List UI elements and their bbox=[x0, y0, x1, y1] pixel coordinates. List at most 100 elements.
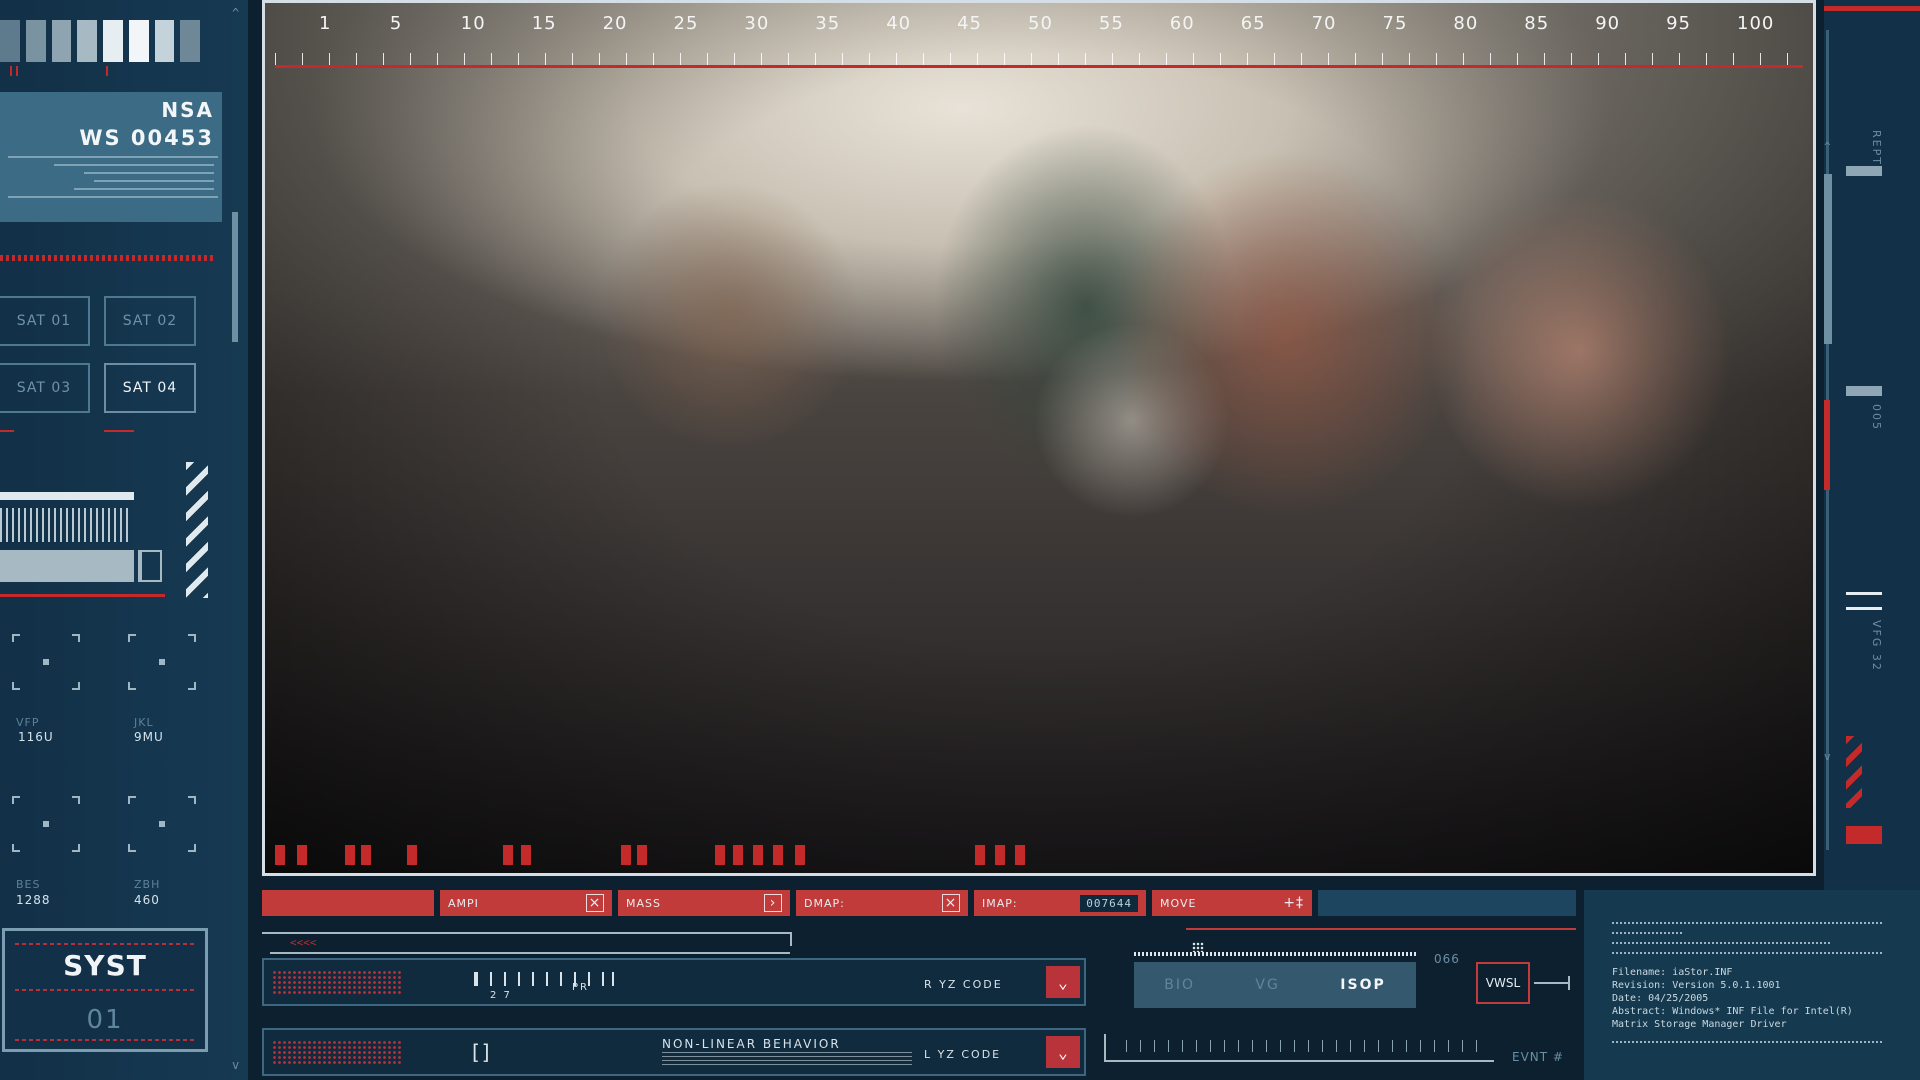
ruler-number: 20 bbox=[602, 13, 628, 34]
dmap-button[interactable]: DMAP: × bbox=[796, 890, 968, 916]
bio-panel: BIO VG ISOP bbox=[1134, 962, 1416, 1008]
signal-marker bbox=[297, 845, 307, 865]
sat-03-button[interactable]: SAT 03 bbox=[0, 363, 90, 413]
scroll-up-icon[interactable]: ^ bbox=[1824, 140, 1831, 153]
l-yz-code-row[interactable]: [] NON-LINEAR BEHAVIOR L YZ CODE ⌄ bbox=[262, 1028, 1086, 1076]
scroll-down-icon[interactable]: v bbox=[232, 1058, 239, 1072]
move-icon: +‡ bbox=[1283, 895, 1304, 911]
measurement-ruler: 1 5 10 15 20 25 30 35 40 45 50 55 60 65 70 75 80 85 90 95 10… bbox=[265, 3, 1813, 71]
mass-button[interactable]: MASS › bbox=[618, 890, 790, 916]
readout-label: JKL bbox=[134, 716, 154, 729]
sat-04-button[interactable]: SAT 04 bbox=[104, 363, 196, 413]
chevron-down-icon[interactable]: ⌄ bbox=[1046, 966, 1080, 998]
sat-02-button[interactable]: SAT 02 bbox=[104, 296, 196, 346]
signal-marker bbox=[753, 845, 763, 865]
move-button[interactable]: MOVE +‡ bbox=[1152, 890, 1312, 916]
imap-field[interactable]: IMAP: 007644 bbox=[974, 890, 1146, 916]
ruler-number: 85 bbox=[1524, 13, 1550, 34]
ruler-number: 70 bbox=[1311, 13, 1337, 34]
red-mark bbox=[1824, 400, 1830, 490]
signal-marker bbox=[621, 845, 631, 865]
close-icon[interactable]: × bbox=[942, 894, 960, 912]
scrollbar-thumb[interactable] bbox=[1824, 174, 1832, 344]
ruler-number: 80 bbox=[1453, 13, 1479, 34]
signal-marker bbox=[407, 845, 417, 865]
signal-marker bbox=[795, 845, 805, 865]
close-icon[interactable]: × bbox=[586, 894, 604, 912]
r-yz-code-row[interactable]: 2 7 PR R YZ CODE ⌄ bbox=[262, 958, 1086, 1006]
scrollbar-thumb[interactable] bbox=[232, 212, 238, 342]
rept-label: REPT bbox=[1870, 130, 1883, 166]
vwsl-button[interactable]: VWSL bbox=[1476, 962, 1530, 1004]
signal-marker bbox=[715, 845, 725, 865]
mass-label: MASS bbox=[626, 896, 661, 910]
scale-ruler bbox=[474, 972, 614, 986]
count-value: 066 bbox=[1434, 952, 1460, 966]
readout-value: 1288 bbox=[16, 893, 51, 907]
red-mark bbox=[106, 66, 112, 76]
dotted-line bbox=[1134, 952, 1416, 956]
vwsl-label: VWSL bbox=[1485, 976, 1521, 990]
arrows-indicator: <<<< bbox=[290, 936, 317, 949]
vg-button[interactable]: VG bbox=[1255, 977, 1279, 993]
log-filename: Filename: iaStor.INF bbox=[1612, 967, 1733, 978]
level-meter bbox=[0, 508, 132, 542]
ruler-number: 95 bbox=[1666, 13, 1691, 34]
readout-label: BES bbox=[16, 878, 41, 891]
dot-matrix bbox=[272, 1040, 402, 1064]
red-mark bbox=[104, 430, 134, 432]
level-bracket bbox=[138, 550, 162, 582]
ruler-number: 35 bbox=[815, 13, 841, 34]
signal-marker bbox=[975, 845, 985, 865]
signal-marker bbox=[345, 845, 355, 865]
signal-marker bbox=[637, 845, 647, 865]
ruler-number: 25 bbox=[673, 13, 699, 34]
readout-value: 116U bbox=[18, 730, 54, 744]
system-panel[interactable]: SYST 01 bbox=[2, 928, 208, 1052]
scroll-up-icon[interactable]: ^ bbox=[232, 6, 239, 20]
scroll-down-icon[interactable]: v bbox=[1824, 750, 1831, 763]
bio-button[interactable]: BIO bbox=[1164, 977, 1195, 993]
signal-marker bbox=[733, 845, 743, 865]
chevron-down-icon[interactable]: ⌄ bbox=[1046, 1036, 1080, 1068]
l-yz-code-label: L YZ CODE bbox=[924, 1048, 1002, 1061]
ruler-number: 90 bbox=[1595, 13, 1621, 34]
connector-line bbox=[262, 932, 792, 946]
chevron-right-icon[interactable]: › bbox=[764, 894, 782, 912]
ampi-button[interactable]: AMPI × bbox=[440, 890, 612, 916]
system-title: SYST bbox=[63, 949, 147, 982]
isop-button[interactable]: ISOP bbox=[1340, 977, 1385, 993]
ruler-number: 40 bbox=[886, 13, 912, 34]
evnt-ticks bbox=[1126, 1040, 1486, 1052]
ruler-number: 60 bbox=[1169, 13, 1195, 34]
ampi-label: AMPI bbox=[448, 896, 479, 910]
toolbar-red-block bbox=[262, 890, 434, 916]
ruler-number: 65 bbox=[1240, 13, 1266, 34]
red-line bbox=[0, 594, 165, 597]
red-mark bbox=[10, 66, 18, 76]
red-mark bbox=[0, 430, 14, 432]
camera-feed[interactable]: 1 5 10 15 20 25 30 35 40 45 50 55 60 65 70 75 80 85 90 95 10… bbox=[262, 0, 1816, 876]
log-revision: Revision: Version 5.0.1.1001 bbox=[1612, 980, 1781, 991]
hazard-stripes bbox=[186, 462, 208, 598]
ruler-number: 45 bbox=[957, 13, 982, 34]
target-reticle-icon bbox=[128, 634, 196, 690]
sat-01-button[interactable]: SAT 01 bbox=[0, 296, 90, 346]
target-reticle-icon bbox=[12, 634, 80, 690]
hazard-stripes bbox=[1846, 736, 1862, 808]
imap-label: IMAP: bbox=[982, 896, 1018, 910]
level-marker bbox=[1846, 592, 1882, 610]
toolbar-spare bbox=[1318, 890, 1576, 916]
ruler-number: 1 bbox=[319, 13, 332, 34]
signal-marker bbox=[773, 845, 783, 865]
signal-marker bbox=[275, 845, 285, 865]
ruler-number: 5 bbox=[389, 13, 403, 34]
ruler-number: 55 bbox=[1098, 13, 1124, 34]
log-driver: Matrix Storage Manager Driver bbox=[1612, 1019, 1787, 1030]
ruler-number: 15 bbox=[531, 13, 557, 34]
connector-line bbox=[1534, 982, 1570, 984]
ruler-number: 30 bbox=[744, 13, 770, 34]
ruler-number: 100 bbox=[1737, 13, 1775, 34]
move-label: MOVE bbox=[1160, 896, 1197, 910]
level-block bbox=[0, 550, 134, 582]
